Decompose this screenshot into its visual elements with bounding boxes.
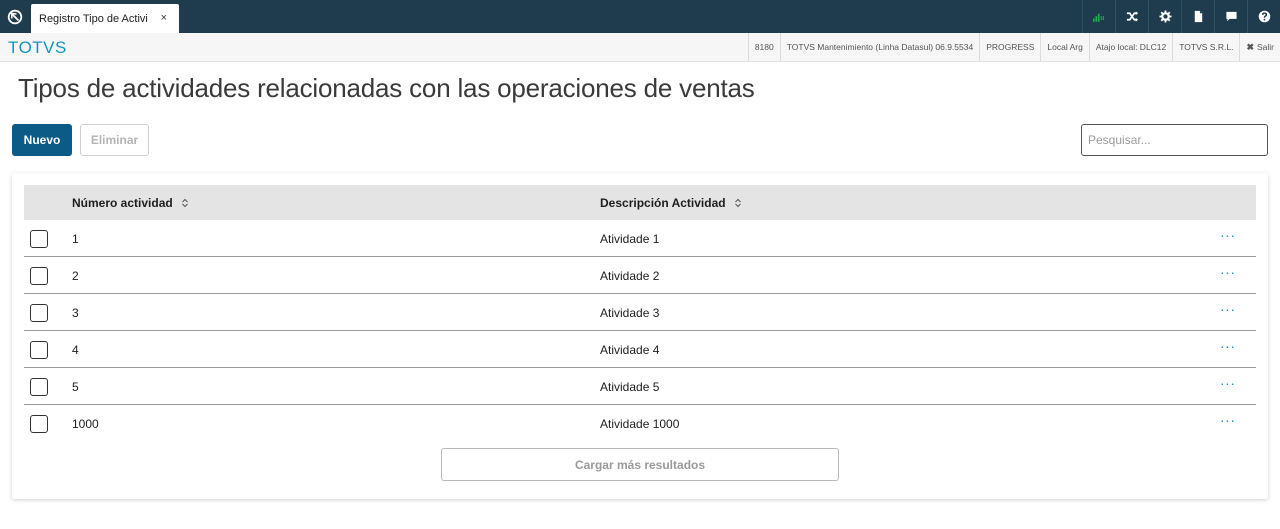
info-shortcut: Atajo local: DLC12 [1088, 33, 1172, 61]
tab-title: Registro Tipo de Activi [39, 12, 148, 25]
cell-descripcion: Atividade 1 [600, 232, 660, 246]
row-checkbox[interactable] [30, 230, 48, 248]
shuffle-icon[interactable] [1115, 0, 1148, 33]
delete-button[interactable]: Eliminar [80, 124, 149, 156]
more-options-icon[interactable]: ··· [1220, 338, 1236, 354]
info-company: TOTVS S.R.L. [1172, 33, 1239, 61]
info-bar: TOTVS 8180 TOTVS Mantenimiento (Linha Da… [0, 33, 1280, 62]
load-more-button[interactable]: Cargar más resultados [441, 448, 839, 481]
column-header-label: Descripción Actividad [600, 196, 726, 210]
signal-icon[interactable] [1082, 0, 1115, 33]
home-icon[interactable] [0, 0, 30, 33]
search-input[interactable] [1081, 124, 1268, 156]
document-icon[interactable] [1181, 0, 1214, 33]
info-product: TOTVS Mantenimiento (Linha Datasul) 06.9… [779, 33, 979, 61]
table-header: Número actividad Descripción Actividad [24, 185, 1256, 220]
table-row[interactable]: 3 Atividade 3 ··· [24, 294, 1256, 331]
sort-icon[interactable] [734, 198, 742, 208]
info-database: PROGRESS [979, 33, 1040, 61]
row-checkbox[interactable] [30, 415, 48, 433]
tab-close-icon[interactable]: × [161, 12, 167, 24]
info-locale: Local Arg [1040, 33, 1088, 61]
cell-numero: 1000 [72, 417, 99, 431]
top-bar: Registro Tipo de Activi × [0, 0, 1280, 33]
close-icon: ✖ [1246, 41, 1254, 52]
chat-icon[interactable] [1214, 0, 1247, 33]
brand-logo[interactable]: TOTVS [8, 38, 67, 58]
more-options-icon[interactable]: ··· [1220, 301, 1236, 317]
logout-button[interactable]: ✖ Salir [1239, 33, 1280, 61]
cell-descripcion: Atividade 3 [600, 306, 660, 320]
gear-icon[interactable] [1148, 0, 1181, 33]
info-code: 8180 [747, 33, 780, 61]
cell-numero: 5 [72, 380, 79, 394]
sort-icon[interactable] [181, 198, 189, 208]
table-row[interactable]: 1 Atividade 1 ··· [24, 220, 1256, 257]
table-card: Número actividad Descripción Actividad 1… [12, 173, 1268, 499]
more-options-icon[interactable]: ··· [1220, 227, 1236, 243]
column-header-descripcion-actividad[interactable]: Descripción Actividad [600, 196, 742, 210]
logout-label: Salir [1256, 42, 1274, 52]
cell-descripcion: Atividade 4 [600, 343, 660, 357]
more-options-icon[interactable]: ··· [1220, 375, 1236, 391]
table-row[interactable]: 5 Atividade 5 ··· [24, 368, 1256, 405]
row-checkbox[interactable] [30, 378, 48, 396]
column-header-label: Número actividad [72, 196, 173, 210]
cell-descripcion: Atividade 2 [600, 269, 660, 283]
cell-descripcion: Atividade 5 [600, 380, 660, 394]
table-row[interactable]: 1000 Atividade 1000 ··· [24, 405, 1256, 442]
row-checkbox[interactable] [30, 341, 48, 359]
table-row[interactable]: 2 Atividade 2 ··· [24, 257, 1256, 294]
cell-numero: 4 [72, 343, 79, 357]
column-header-numero-actividad[interactable]: Número actividad [72, 196, 189, 210]
row-checkbox[interactable] [30, 304, 48, 322]
more-options-icon[interactable]: ··· [1220, 264, 1236, 280]
cell-numero: 1 [72, 232, 79, 246]
help-icon[interactable] [1247, 0, 1280, 33]
new-button[interactable]: Nuevo [12, 124, 72, 156]
table-row[interactable]: 4 Atividade 4 ··· [24, 331, 1256, 368]
cell-numero: 3 [72, 306, 79, 320]
row-checkbox[interactable] [30, 267, 48, 285]
more-options-icon[interactable]: ··· [1220, 412, 1236, 428]
cell-numero: 2 [72, 269, 79, 283]
page-title: Tipos de actividades relacionadas con la… [18, 73, 755, 103]
cell-descripcion: Atividade 1000 [600, 417, 680, 431]
info-items: 8180 TOTVS Mantenimiento (Linha Datasul)… [747, 33, 1280, 61]
top-icons [1082, 0, 1280, 33]
